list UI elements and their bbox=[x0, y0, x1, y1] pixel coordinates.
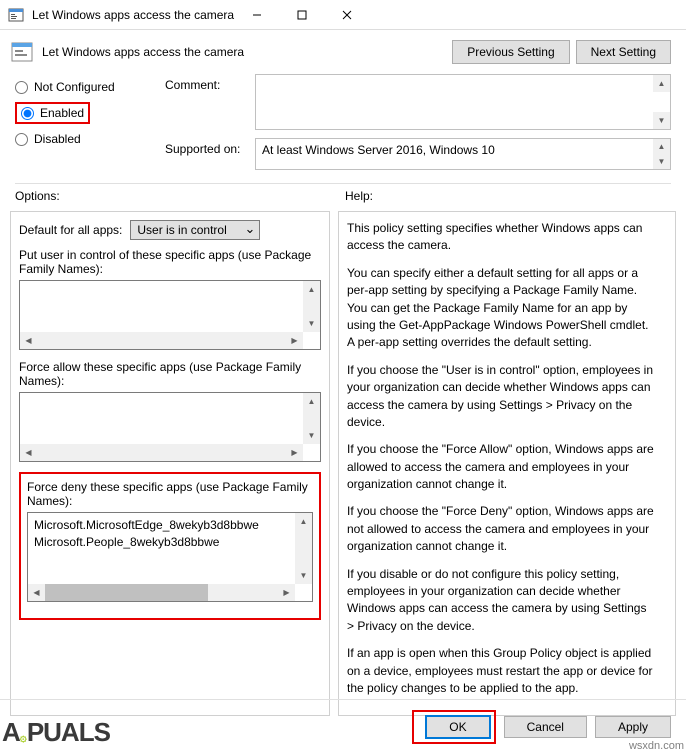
radio-not-configured-label: Not Configured bbox=[34, 80, 115, 94]
force-deny-highlight: Force deny these specific apps (use Pack… bbox=[19, 472, 321, 620]
radio-enabled-label: Enabled bbox=[40, 106, 84, 120]
force-deny-content: Microsoft.MicrosoftEdge_8wekyb3d8bbwe Mi… bbox=[28, 513, 312, 555]
radio-disabled-label: Disabled bbox=[34, 132, 81, 146]
list-item: Microsoft.MicrosoftEdge_8wekyb3d8bbwe bbox=[34, 517, 306, 534]
scroll-up-icon[interactable]: ▲ bbox=[653, 75, 670, 92]
options-panel: Default for all apps: User is in control… bbox=[10, 211, 330, 716]
force-deny-label: Force deny these specific apps (use Pack… bbox=[27, 480, 313, 508]
cancel-button[interactable]: Cancel bbox=[504, 716, 587, 738]
scroll-right-icon[interactable]: ▶ bbox=[278, 584, 295, 601]
help-paragraph: If you choose the "User is in control" o… bbox=[347, 362, 656, 432]
help-panel: This policy setting specifies whether Wi… bbox=[338, 211, 676, 716]
scroll-right-icon[interactable]: ▶ bbox=[286, 444, 303, 461]
scroll-thumb[interactable] bbox=[45, 584, 208, 601]
radio-enabled[interactable]: Enabled bbox=[21, 106, 84, 120]
watermark-site: wsxdn.com bbox=[629, 740, 684, 752]
help-paragraph: This policy setting specifies whether Wi… bbox=[347, 220, 656, 255]
ok-highlight: OK bbox=[412, 710, 495, 744]
ok-button[interactable]: OK bbox=[425, 715, 490, 739]
help-paragraph: If an app is open when this Group Policy… bbox=[347, 645, 656, 697]
put-user-control-listbox[interactable]: ▲ ▼ ◀ ▶ bbox=[19, 280, 321, 350]
help-paragraph: If you choose the "Force Deny" option, W… bbox=[347, 503, 656, 555]
help-paragraph: If you choose the "Force Allow" option, … bbox=[347, 441, 656, 493]
radio-not-configured-input[interactable] bbox=[15, 81, 28, 94]
radio-disabled[interactable]: Disabled bbox=[15, 126, 165, 152]
comment-textarea[interactable]: ▲ ▼ bbox=[255, 74, 671, 130]
scroll-down-icon[interactable]: ▼ bbox=[303, 427, 320, 444]
scroll-up-icon[interactable]: ▲ bbox=[303, 281, 320, 298]
scroll-left-icon[interactable]: ◀ bbox=[20, 332, 37, 349]
default-for-all-apps-label: Default for all apps: bbox=[19, 223, 122, 237]
scroll-up-icon[interactable]: ▲ bbox=[653, 139, 670, 154]
help-heading: Help: bbox=[345, 189, 671, 203]
help-paragraph: If you disable or do not configure this … bbox=[347, 566, 656, 636]
radio-enabled-input[interactable] bbox=[21, 107, 34, 120]
radio-disabled-input[interactable] bbox=[15, 133, 28, 146]
scroll-down-icon[interactable]: ▼ bbox=[653, 154, 670, 169]
app-icon bbox=[8, 7, 24, 23]
scroll-left-icon[interactable]: ◀ bbox=[28, 584, 45, 601]
titlebar: Let Windows apps access the camera bbox=[0, 0, 686, 30]
scroll-down-icon[interactable]: ▼ bbox=[303, 315, 320, 332]
force-allow-label: Force allow these specific apps (use Pac… bbox=[19, 360, 321, 388]
scroll-left-icon[interactable]: ◀ bbox=[20, 444, 37, 461]
minimize-button[interactable] bbox=[234, 0, 279, 30]
header-title: Let Windows apps access the camera bbox=[42, 45, 446, 59]
default-select-value: User is in control bbox=[137, 223, 226, 237]
previous-setting-button[interactable]: Previous Setting bbox=[452, 40, 569, 64]
close-button[interactable] bbox=[324, 0, 369, 30]
scroll-up-icon[interactable]: ▲ bbox=[303, 393, 320, 410]
scroll-down-icon[interactable]: ▼ bbox=[295, 567, 312, 584]
divider bbox=[15, 183, 671, 184]
supported-on-text: At least Windows Server 2016, Windows 10 bbox=[262, 143, 495, 157]
help-paragraph: You can specify either a default setting… bbox=[347, 265, 656, 352]
radio-not-configured[interactable]: Not Configured bbox=[15, 74, 165, 100]
apply-button[interactable]: Apply bbox=[595, 716, 671, 738]
force-deny-listbox[interactable]: Microsoft.MicrosoftEdge_8wekyb3d8bbwe Mi… bbox=[27, 512, 313, 602]
default-for-all-apps-select[interactable]: User is in control bbox=[130, 220, 260, 240]
list-item: Microsoft.People_8wekyb3d8bbwe bbox=[34, 534, 306, 551]
force-allow-listbox[interactable]: ▲ ▼ ◀ ▶ bbox=[19, 392, 321, 462]
scroll-right-icon[interactable]: ▶ bbox=[286, 332, 303, 349]
watermark-logo: A۞PUALS bbox=[2, 717, 110, 748]
policy-icon bbox=[10, 40, 34, 64]
window-title: Let Windows apps access the camera bbox=[32, 8, 234, 22]
comment-label: Comment: bbox=[165, 74, 255, 130]
radio-enabled-highlight: Enabled bbox=[15, 102, 90, 124]
next-setting-button[interactable]: Next Setting bbox=[576, 40, 671, 64]
options-heading: Options: bbox=[15, 189, 345, 203]
maximize-button[interactable] bbox=[279, 0, 324, 30]
scroll-up-icon[interactable]: ▲ bbox=[295, 513, 312, 530]
scroll-down-icon[interactable]: ▼ bbox=[653, 112, 670, 129]
supported-on-value: At least Windows Server 2016, Windows 10… bbox=[255, 138, 671, 170]
help-text: This policy setting specifies whether Wi… bbox=[347, 220, 671, 697]
put-user-control-label: Put user in control of these specific ap… bbox=[19, 248, 321, 276]
header-row: Let Windows apps access the camera Previ… bbox=[0, 30, 686, 74]
supported-on-label: Supported on: bbox=[165, 138, 255, 170]
